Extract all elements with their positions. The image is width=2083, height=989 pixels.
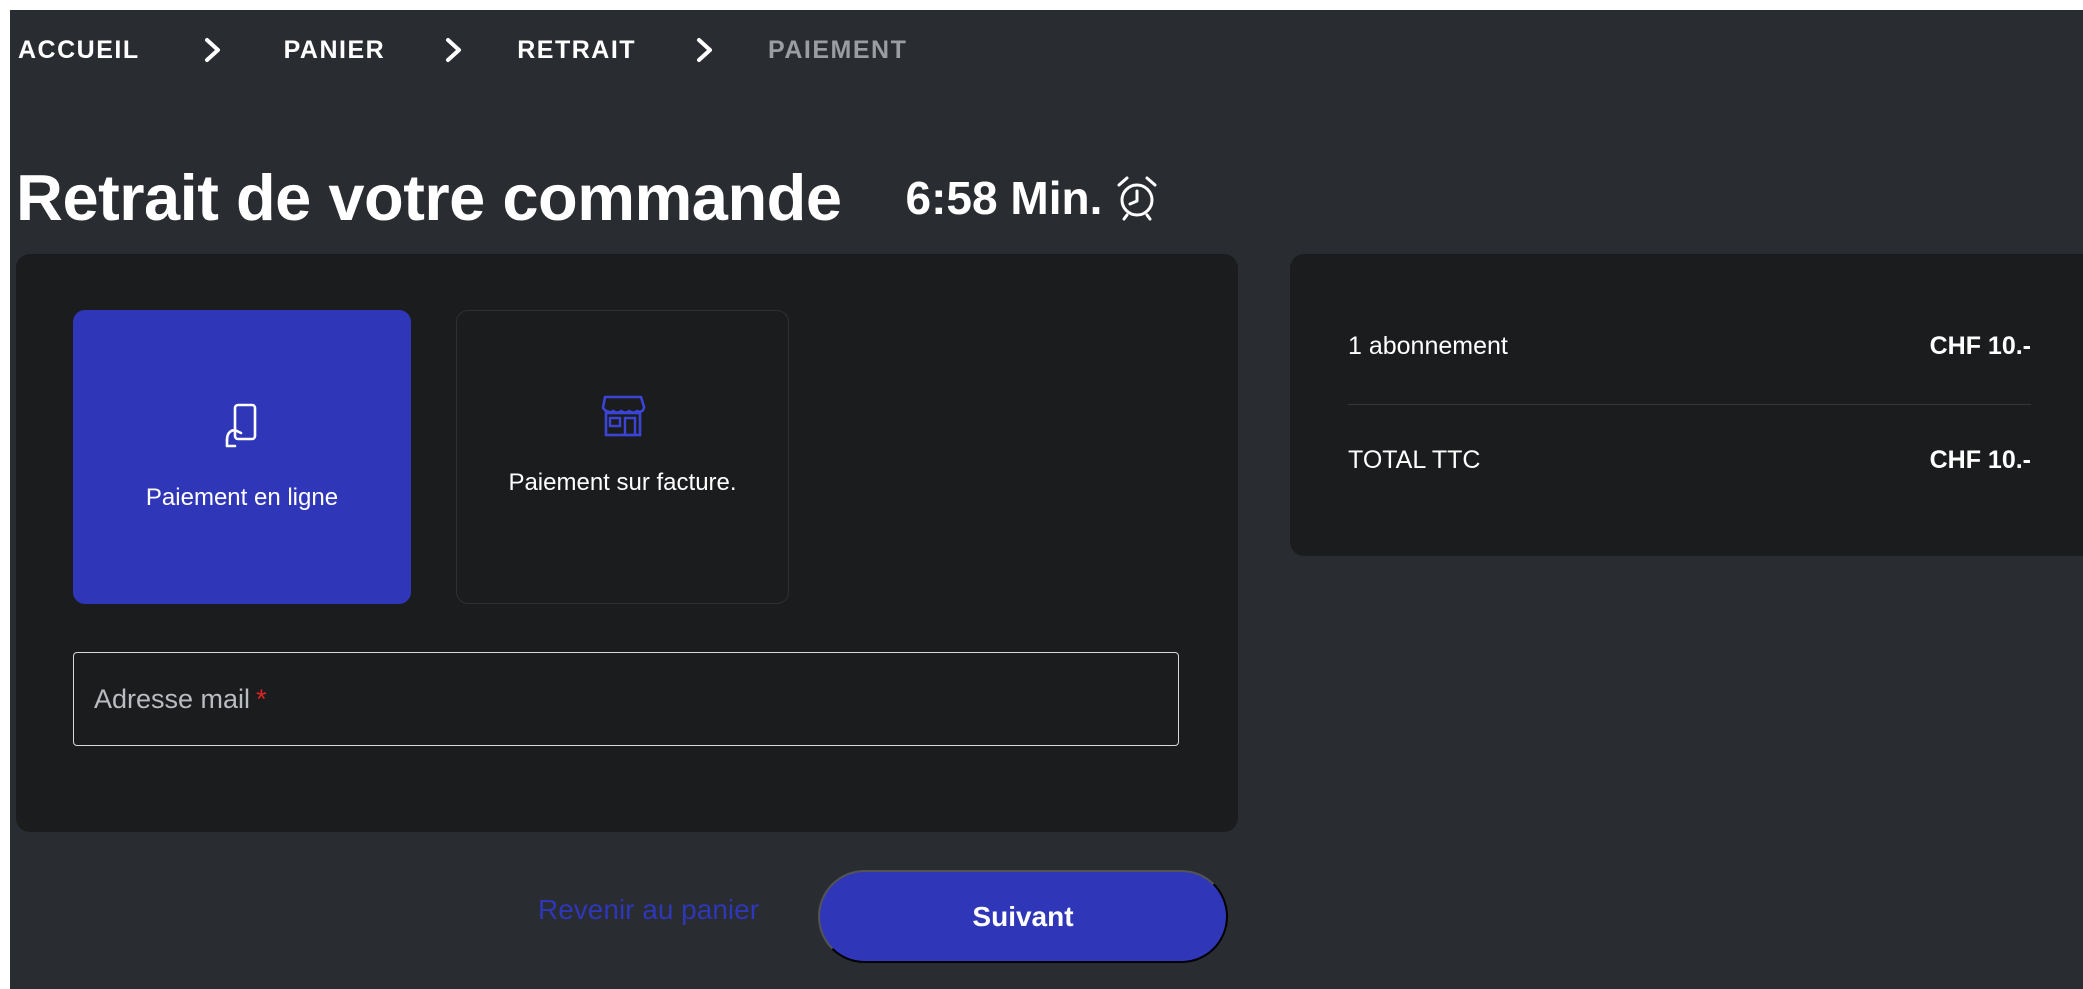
breadcrumb-item-panier[interactable]: PANIER [284,36,386,65]
summary-line-item: 1 abonnement CHF 10.- [1348,332,2031,361]
payment-option-label: Paiement en ligne [145,484,339,511]
countdown-timer: 6:58 Min. [906,171,1161,225]
back-to-cart-link[interactable]: Revenir au panier [538,894,759,926]
chevron-right-icon [439,35,469,65]
checkout-page: ACCUEIL PANIER RETRAIT PAIEMENT Retrait … [10,10,2083,989]
payment-option-invoice[interactable]: Paiement sur facture. [456,310,789,604]
payment-option-online[interactable]: Paiement en ligne [73,310,411,604]
chevron-right-icon [690,35,720,65]
next-button[interactable]: Suivant [818,870,1228,963]
summary-divider [1348,404,2031,405]
total-amount: CHF 10.- [1929,446,2031,474]
email-field[interactable]: Adresse mail * [73,652,1179,746]
order-summary-card: 1 abonnement CHF 10.- TOTAL TTC CHF 10.- [1290,254,2083,556]
page-title: Retrait de votre commande [16,161,842,234]
line-item-label: 1 abonnement [1348,332,1508,360]
breadcrumb-item-retrait[interactable]: RETRAIT [517,36,636,65]
breadcrumb-item-accueil[interactable]: ACCUEIL [18,36,140,65]
line-item-amount: CHF 10.- [1929,332,2031,360]
title-row: Retrait de votre commande 6:58 Min. [16,160,1160,235]
store-icon [601,395,645,437]
alarm-clock-icon [1117,176,1157,220]
email-label: Adresse mail [94,683,251,714]
breadcrumb-item-paiement: PAIEMENT [768,35,908,64]
breadcrumb: ACCUEIL PANIER RETRAIT PAIEMENT [18,28,907,72]
payment-method-card: Paiement en ligne Paiement sur facture. … [16,254,1238,832]
timer-value: 6:58 Min. [905,171,1103,224]
total-label: TOTAL TTC [1348,446,1481,474]
required-asterisk: * [256,683,267,714]
phone-payment-icon [225,403,257,448]
chevron-right-icon [198,35,228,65]
payment-option-label: Paiement sur facture. [508,469,737,496]
summary-total: TOTAL TTC CHF 10.- [1348,446,2031,475]
